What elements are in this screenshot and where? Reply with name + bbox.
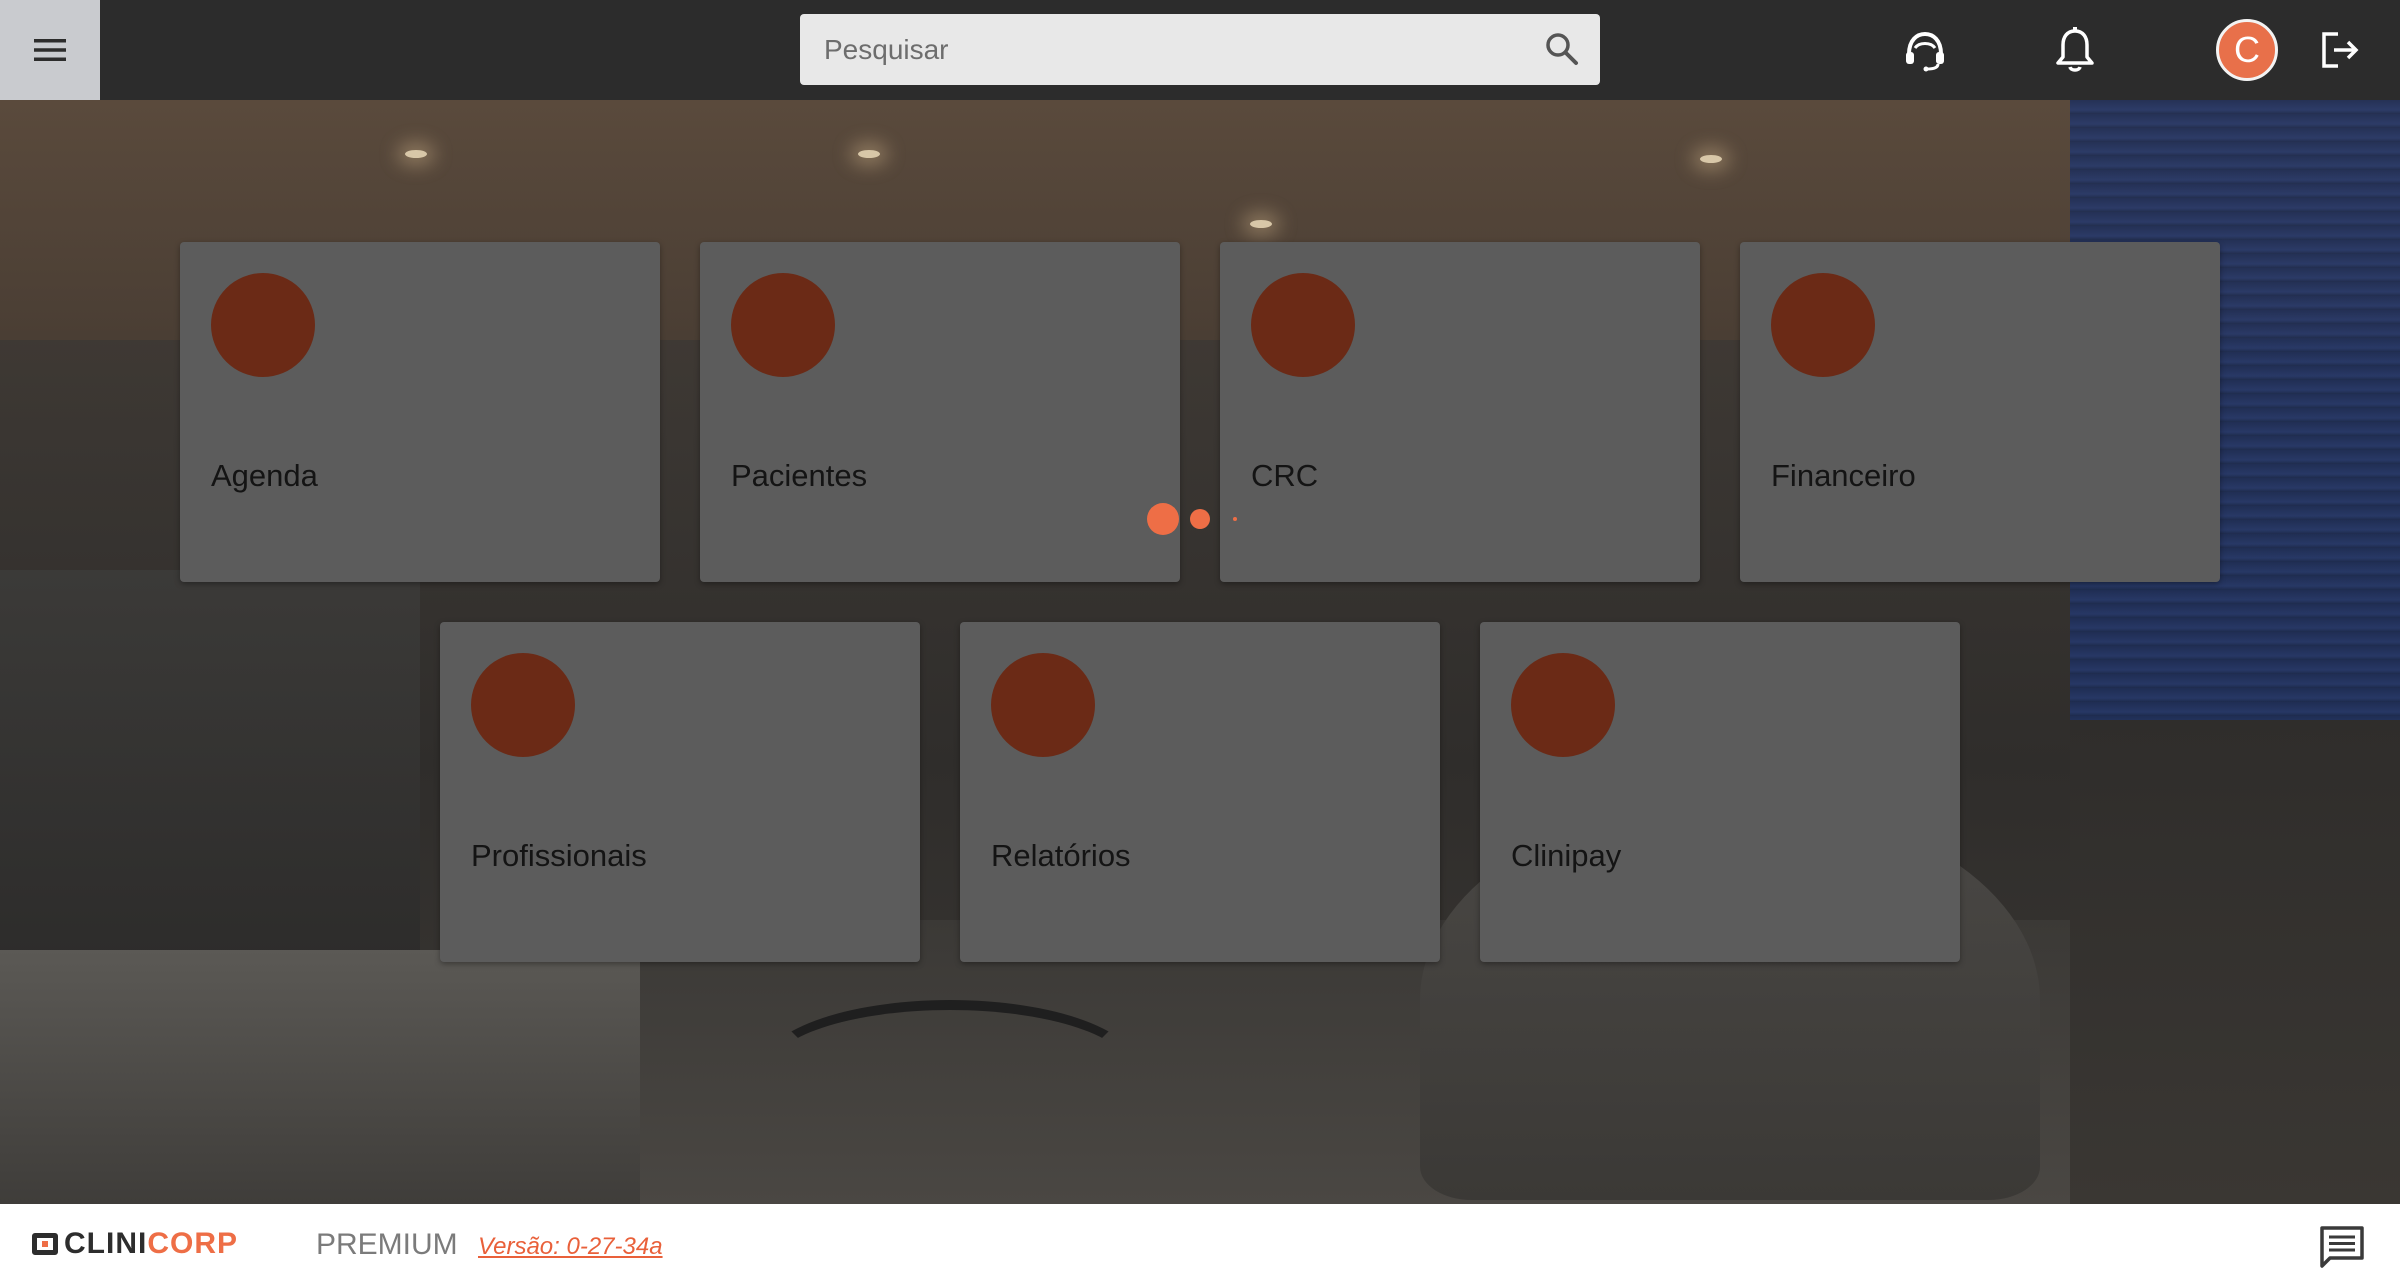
logout-icon <box>2322 32 2359 68</box>
ceiling-light <box>858 150 880 158</box>
reports-icon <box>991 653 1095 757</box>
support-headset-icon <box>1906 31 1944 72</box>
ceiling-light <box>1250 220 1272 228</box>
module-card-crc[interactable]: CRC <box>1220 242 1700 582</box>
logo-text-accent: CORP <box>147 1227 239 1260</box>
notification-bell-icon <box>2056 27 2094 72</box>
loader-dot <box>1190 509 1210 529</box>
search-input[interactable] <box>800 14 1530 85</box>
module-label: Financeiro <box>1771 458 1916 493</box>
module-card-profissionais[interactable]: Profissionais <box>440 622 920 962</box>
professionals-icon <box>471 653 575 757</box>
module-label: Clinipay <box>1511 838 1622 873</box>
module-card-clinipay[interactable]: Clinipay <box>1480 622 1960 962</box>
patients-icon <box>731 273 835 377</box>
wall <box>2070 720 2400 1204</box>
logo-text: CLINI <box>64 1227 148 1260</box>
module-label: Pacientes <box>731 458 868 493</box>
loader-dot <box>1233 517 1237 521</box>
footer: CLINI CORP PREMIUM Versão: 0-27-34a <box>0 1204 2400 1284</box>
search-box <box>800 14 1600 85</box>
plan-label: PREMIUM <box>316 1228 458 1261</box>
clinicorp-logo: CLINI CORP <box>32 1227 239 1260</box>
version-link[interactable]: Versão: 0-27-34a <box>478 1233 663 1261</box>
module-card-financeiro[interactable]: Financeiro <box>1740 242 2220 582</box>
clinipay-icon <box>1511 653 1615 757</box>
menu-button[interactable] <box>0 0 100 100</box>
finance-icon <box>1771 273 1875 377</box>
module-label: CRC <box>1251 458 1319 493</box>
module-card-agenda[interactable]: Agenda <box>180 242 660 582</box>
logout-button[interactable] <box>2314 24 2366 76</box>
crc-icon <box>1251 273 1355 377</box>
user-avatar[interactable]: C <box>2216 19 2278 81</box>
ceiling-light <box>405 150 427 158</box>
hamburger-menu-icon <box>34 39 66 61</box>
search-icon[interactable] <box>1544 31 1580 67</box>
support-button[interactable] <box>1899 24 1951 76</box>
top-bar: C <box>0 0 2400 100</box>
loader-dot <box>1147 503 1179 535</box>
notifications-button[interactable] <box>2049 24 2101 76</box>
module-label: Profissionais <box>471 838 647 873</box>
chat-icon[interactable] <box>2318 1224 2366 1270</box>
agenda-icon <box>211 273 315 377</box>
cabinet <box>0 570 420 990</box>
module-label: Agenda <box>211 458 318 493</box>
module-label: Relatórios <box>991 838 1131 873</box>
ceiling-light <box>1700 155 1722 163</box>
counter <box>0 950 640 1204</box>
logo-mark-icon <box>32 1233 58 1255</box>
module-card-relatorios[interactable]: Relatórios <box>960 622 1440 962</box>
chair-base <box>760 1000 1140 1140</box>
module-card-pacientes[interactable]: Pacientes <box>700 242 1180 582</box>
